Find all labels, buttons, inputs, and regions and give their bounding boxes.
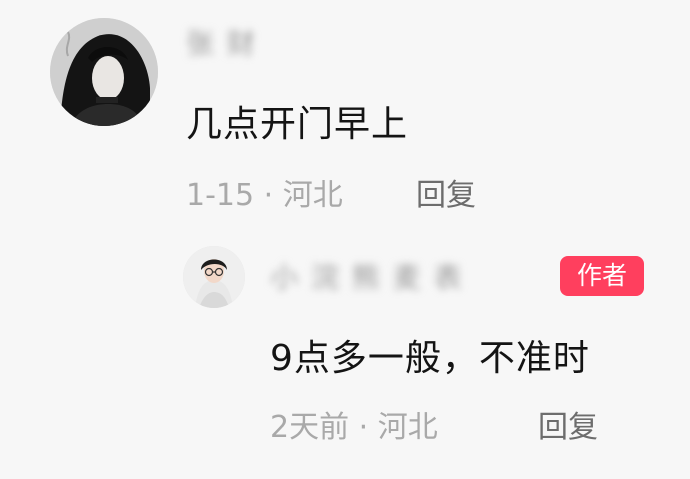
comment-meta: 1-15 · 河北 [186,178,343,213]
avatar-woman-dark-hair-icon [50,18,158,126]
comment-username[interactable]: 小 浣 熊 麦 表 [270,256,464,296]
comment-text: 几点开门早上 [186,104,409,145]
reply-button[interactable]: 回复 [538,402,598,446]
user-avatar[interactable] [183,246,245,308]
user-avatar[interactable] [50,18,158,126]
comment-text: 9点多一般，不准时 [270,338,590,379]
comment-meta: 2天前 · 河北 [270,410,438,445]
author-badge: 作者 [560,256,644,296]
avatar-woman-glasses-icon [183,246,245,308]
reply-button[interactable]: 回复 [416,170,476,214]
comment-username[interactable]: 张 财 [186,22,257,62]
